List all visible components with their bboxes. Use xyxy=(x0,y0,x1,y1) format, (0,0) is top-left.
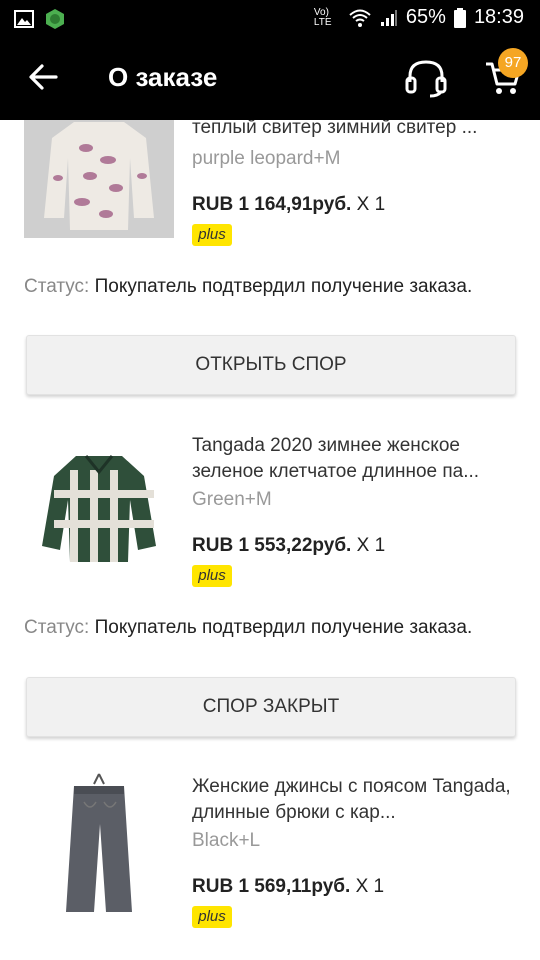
battery-icon xyxy=(453,7,466,28)
product-variant: Green+M xyxy=(192,489,272,510)
product-image-sweater[interactable] xyxy=(24,120,174,238)
plus-badge: plus xyxy=(192,565,232,587)
status-label: Статус: xyxy=(24,276,90,297)
plus-badge: plus xyxy=(192,906,232,928)
app-bar: О заказе 97 xyxy=(0,36,540,120)
product-price: RUB 1 553,22руб. xyxy=(192,535,352,556)
status-label: Статус: xyxy=(24,617,90,638)
cart-count-badge: 97 xyxy=(498,48,528,78)
page-title: О заказе xyxy=(108,62,218,92)
product-variant: Black+L xyxy=(192,830,261,851)
product-quantity: X 1 xyxy=(356,194,386,215)
order-list: теплый свитер зимний свитер ... purple l… xyxy=(0,120,540,960)
order-status: Статус: Покупатель подтвердил получение … xyxy=(24,615,494,641)
product-price: RUB 1 164,91руб. xyxy=(192,194,352,215)
back-arrow-icon[interactable] xyxy=(26,60,60,94)
product-name[interactable]: Женские джинсы с поясом Tangada, длинные… xyxy=(192,774,522,826)
status-bar: Vo) LTE 65% 18:39 xyxy=(0,0,540,36)
status-text: Покупатель подтвердил получение заказа. xyxy=(94,617,473,638)
clock: 18:39 xyxy=(473,6,524,28)
product-price-line: RUB 1 553,22руб. X 1 xyxy=(192,535,385,557)
product-image-plaid-coat[interactable] xyxy=(24,450,174,570)
product-quantity: X 1 xyxy=(355,876,385,897)
dispute-closed-button[interactable]: СПОР ЗАКРЫТ xyxy=(26,677,516,737)
status-text: Покупатель подтвердил получение заказа. xyxy=(94,276,473,297)
product-price-line: RUB 1 569,11руб. X 1 xyxy=(192,876,384,898)
product-name[interactable]: Tangada 2020 зимнее женское зеленое клет… xyxy=(192,433,522,485)
wifi-icon xyxy=(349,9,371,27)
signal-icon xyxy=(380,9,397,26)
order-status: Статус: Покупатель подтвердил получение … xyxy=(24,274,494,300)
product-image-jeans[interactable] xyxy=(24,772,174,920)
product-name[interactable]: теплый свитер зимний свитер ... xyxy=(192,120,522,141)
open-dispute-button[interactable]: ОТКРЫТЬ СПОР xyxy=(26,335,516,395)
product-price-line: RUB 1 164,91руб. X 1 xyxy=(192,194,385,216)
support-headset-icon[interactable] xyxy=(404,58,448,98)
shield-app-icon xyxy=(46,9,64,29)
network-type: Vo) LTE xyxy=(313,6,332,28)
image-icon xyxy=(14,10,34,28)
plus-badge: plus xyxy=(192,224,232,246)
product-price: RUB 1 569,11руб. xyxy=(192,876,351,897)
battery-percent: 65% xyxy=(405,6,446,28)
product-variant: purple leopard+M xyxy=(192,148,341,169)
product-quantity: X 1 xyxy=(356,535,386,556)
